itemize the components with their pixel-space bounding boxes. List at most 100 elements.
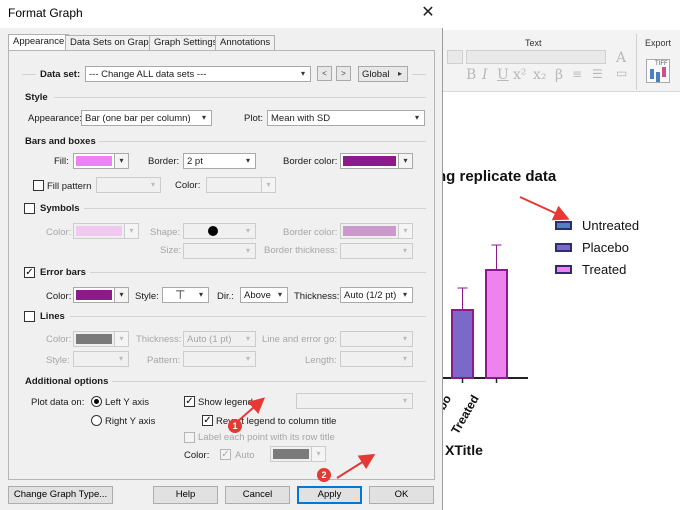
chevron-down-icon: ▾ <box>261 178 275 192</box>
apply-button[interactable]: Apply <box>297 486 362 504</box>
left-y-axis-radio[interactable] <box>91 396 102 407</box>
fill-label: Fill: <box>54 156 69 167</box>
scope-select-value: Global <box>362 69 390 80</box>
error-style-label: Style: <box>135 291 159 302</box>
export-bars-glyph <box>650 69 654 79</box>
symbol-border-color-picker[interactable]: ▾ <box>340 223 413 239</box>
symbol-border-thickness-select[interactable]: ▾ <box>340 243 413 259</box>
label-color-picker[interactable]: ▾ <box>270 446 326 462</box>
ribbon-group-export-label: Export <box>645 38 672 48</box>
subscript-icon[interactable]: x₂ <box>533 67 547 83</box>
chevron-down-icon: ▾ <box>114 288 128 302</box>
close-icon[interactable]: ✕ <box>418 2 438 24</box>
error-thickness-select[interactable]: Auto (1/2 pt) ▾ <box>340 287 413 303</box>
appearance-select[interactable]: Bar (one bar per column) ▾ <box>81 110 212 126</box>
legend-swatch-placebo <box>555 242 572 252</box>
label-points-checkbox[interactable] <box>184 432 195 443</box>
legend-item-treated[interactable]: Treated <box>555 261 626 277</box>
legend-item-placebo[interactable]: Placebo <box>555 239 629 255</box>
italic-text-icon[interactable]: I <box>482 67 488 83</box>
tab-graph-settings[interactable]: Graph Settings <box>149 35 223 50</box>
error-color-swatch <box>76 290 112 300</box>
pattern-color-picker[interactable]: ▾ <box>206 177 276 193</box>
chevron-down-icon: ▾ <box>245 156 250 165</box>
chevron-down-icon: ▾ <box>150 180 155 189</box>
align-text-icon[interactable]: ≡ <box>572 67 582 81</box>
export-icon-text: TIFF <box>655 61 668 67</box>
fill-pattern-select[interactable]: ▾ <box>96 177 161 193</box>
cancel-button[interactable]: Cancel <box>225 486 290 504</box>
bold-text-icon[interactable]: B <box>466 67 476 83</box>
error-bars-checkbox[interactable]: ✓ <box>24 267 35 278</box>
line-thickness-select[interactable]: Auto (1 pt) ▾ <box>183 331 256 347</box>
help-button[interactable]: Help <box>153 486 218 504</box>
border-color-picker[interactable]: ▾ <box>340 153 413 169</box>
section-symbols-heading: Symbols <box>40 203 80 214</box>
pattern-color-label: Color: <box>175 180 201 191</box>
error-color-picker[interactable]: ▾ <box>73 287 129 303</box>
text-box-icon[interactable]: ▭ <box>616 66 627 80</box>
chevron-down-icon: ▾ <box>124 224 138 238</box>
symbol-shape-select[interactable]: ▾ <box>183 223 256 239</box>
format-graph-dialog: Format Graph ✕ Appearance Data Sets on G… <box>0 0 443 510</box>
underline-text-icon[interactable]: U <box>497 67 509 83</box>
legend-option-select[interactable]: ▾ <box>296 393 413 409</box>
error-style-select[interactable]: ⊤ ▾ <box>162 287 209 303</box>
divider <box>412 74 426 75</box>
tab-appearance[interactable]: Appearance <box>8 34 70 51</box>
line-style-select[interactable]: ▾ <box>73 351 129 367</box>
font-name-combo-stub[interactable] <box>447 50 463 64</box>
border-width-select[interactable]: 2 pt ▾ <box>183 153 256 169</box>
symbol-shape-label: Shape: <box>150 227 181 238</box>
symbol-color-picker[interactable]: ▾ <box>73 223 139 239</box>
paragraph-spacing-icon[interactable]: ☰ <box>592 67 603 81</box>
chevron-down-icon: ▾ <box>245 334 250 343</box>
symbol-size-label: Size: <box>160 245 182 256</box>
right-y-axis-radio[interactable] <box>91 415 102 426</box>
line-thickness-value: Auto (1 pt) <box>187 334 232 345</box>
section-error-bars-heading: Error bars <box>40 267 86 278</box>
previous-dataset-button[interactable]: < <box>317 66 332 81</box>
font-color-icon[interactable]: A <box>616 50 626 66</box>
error-direction-select[interactable]: Above ▾ <box>240 287 288 303</box>
chevron-down-icon: ▾ <box>245 226 250 235</box>
line-pattern-select[interactable]: ▾ <box>183 351 256 367</box>
divider <box>112 381 426 382</box>
line-error-go-select[interactable]: ▾ <box>340 331 413 347</box>
line-error-go-label: Line and error go: <box>262 334 337 345</box>
symbol-border-color-label: Border color: <box>283 227 338 238</box>
plot-select[interactable]: Mean with SD ▾ <box>267 110 425 126</box>
fill-color-picker[interactable]: ▾ <box>73 153 129 169</box>
superscript-icon[interactable]: x² <box>513 67 527 83</box>
line-color-picker[interactable]: ▾ <box>73 331 129 347</box>
ribbon-separator <box>636 34 637 90</box>
lines-checkbox[interactable] <box>24 311 35 322</box>
x-axis-title[interactable]: XTitle <box>445 442 483 458</box>
tab-annotations[interactable]: Annotations <box>215 35 276 50</box>
tab-data-sets-on-graph[interactable]: Data Sets on Graph <box>65 35 159 50</box>
bar-placebo <box>451 309 474 379</box>
scope-select[interactable]: Global ▸ <box>358 66 408 82</box>
show-legend-checkbox[interactable]: ✓ <box>184 396 195 407</box>
change-graph-type-button[interactable]: Change Graph Type... <box>8 486 113 504</box>
appearance-label: Appearance: <box>28 113 82 124</box>
revert-legend-checkbox[interactable]: ✓ <box>202 415 213 426</box>
legend-item-untreated[interactable]: Untreated <box>555 217 639 233</box>
greek-symbol-icon[interactable]: β <box>555 67 563 83</box>
auto-color-label: Auto <box>235 450 255 461</box>
border-color-label: Border color: <box>283 156 338 167</box>
export-graph-icon[interactable]: TIFF <box>646 59 670 83</box>
chart-title[interactable]: ng replicate data <box>437 168 556 185</box>
next-dataset-button[interactable]: > <box>336 66 351 81</box>
line-length-select[interactable]: ▾ <box>340 351 413 367</box>
chevron-down-icon: ▾ <box>114 332 128 346</box>
auto-color-checkbox[interactable]: ✓ <box>220 449 231 460</box>
fill-pattern-checkbox[interactable] <box>33 180 44 191</box>
symbol-size-select[interactable]: ▾ <box>183 243 256 259</box>
font-size-combo[interactable] <box>466 50 606 64</box>
symbol-border-color-swatch <box>343 226 396 236</box>
ok-button[interactable]: OK <box>369 486 434 504</box>
section-style-heading: Style <box>25 92 48 103</box>
symbols-checkbox[interactable] <box>24 203 35 214</box>
dataset-select[interactable]: --- Change ALL data sets --- ▾ <box>85 66 311 82</box>
